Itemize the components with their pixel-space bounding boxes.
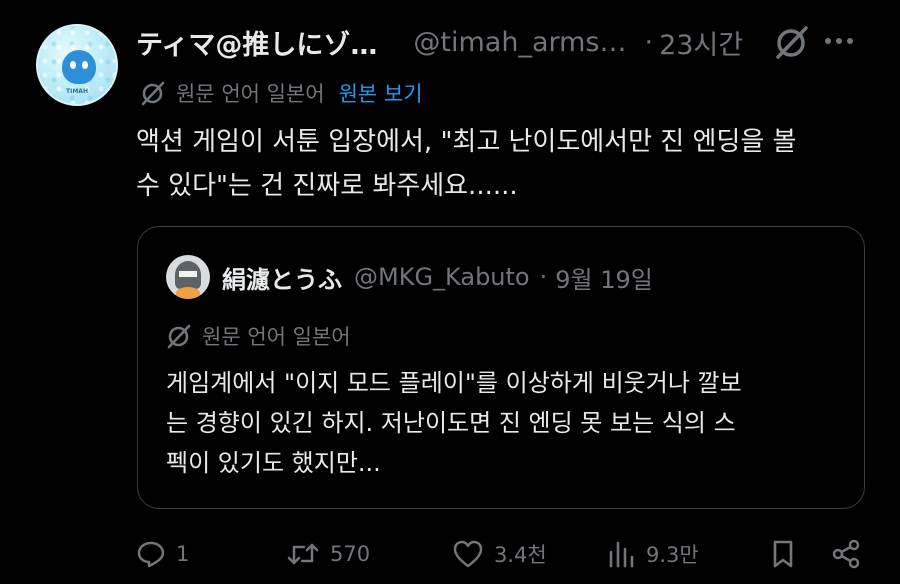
quote-author-display-name[interactable]: 絹濾とうふ (222, 260, 342, 295)
quoted-tweet[interactable]: 絹濾とうふ @MKG_Kabuto · 9월 19일 원문 언어 일본어 게임계… (137, 226, 865, 509)
retweet-button[interactable]: 570 (286, 534, 370, 574)
translate-row: 원문 언어 일본어 원본 보기 (140, 76, 423, 110)
retweet-icon (286, 539, 320, 569)
separator-dot: · (644, 26, 654, 58)
views-count: 9.3만 (646, 543, 699, 567)
quote-header: 絹濾とうふ @MKG_Kabuto · 9월 19일 (222, 255, 653, 299)
like-button[interactable]: 3.4천 (452, 534, 547, 574)
author-avatar[interactable]: TIMAH (36, 24, 118, 106)
retweet-count: 570 (330, 542, 371, 566)
share-button[interactable] (830, 534, 862, 574)
avatar-visor (179, 271, 197, 277)
quote-text: 게임계에서 "이지 모드 플레이"를 이상하게 비웃거나 깔보 는 경향이 있긴… (166, 369, 742, 477)
grok-translate-icon (166, 323, 192, 349)
quote-author-handle[interactable]: @MKG_Kabuto (354, 263, 530, 291)
separator-dot: · (539, 263, 548, 291)
reply-button[interactable]: 1 (136, 534, 189, 574)
bookmark-icon (770, 539, 796, 569)
tweet: TIMAH ティマ@推しにゾ… @timah_arms… · 23시간 원문 언… (0, 0, 900, 584)
avatar-character (62, 50, 96, 84)
action-bar: 1 570 3.4천 9.3만 (136, 534, 866, 574)
author-handle[interactable]: @timah_arms… (413, 27, 626, 58)
views-button[interactable]: 9.3만 (606, 534, 699, 574)
quote-author-avatar[interactable] (166, 255, 210, 299)
more-icon[interactable] (824, 36, 854, 46)
tweet-time[interactable]: 23시간 (659, 23, 743, 62)
views-icon (606, 539, 636, 569)
reply-icon (136, 539, 166, 569)
grok-translate-icon (140, 80, 166, 106)
quote-time[interactable]: 9월 19일 (555, 260, 653, 295)
avatar-tag: TIMAH (66, 88, 88, 95)
share-icon (830, 538, 862, 570)
grok-icon[interactable] (774, 24, 810, 60)
tweet-text: 액션 게임이 서툰 입장에서, "최고 난이도에서만 진 엔딩을 볼 수 있다"… (136, 127, 797, 201)
quote-translate-label: 원문 언어 일본어 (202, 325, 351, 349)
bookmark-button[interactable] (770, 534, 796, 574)
quote-translate-row: 원문 언어 일본어 (166, 319, 351, 353)
translate-label: 원문 언어 일본어 (176, 82, 325, 106)
show-original-link[interactable]: 원본 보기 (339, 78, 423, 108)
heart-icon (452, 539, 484, 569)
reply-count: 1 (176, 542, 190, 566)
like-count: 3.4천 (494, 543, 547, 567)
author-display-name[interactable]: ティマ@推しにゾ… (136, 23, 377, 62)
tweet-header: ティマ@推しにゾ… @timah_arms… · 23시간 (136, 22, 870, 62)
avatar-flame (176, 287, 200, 299)
